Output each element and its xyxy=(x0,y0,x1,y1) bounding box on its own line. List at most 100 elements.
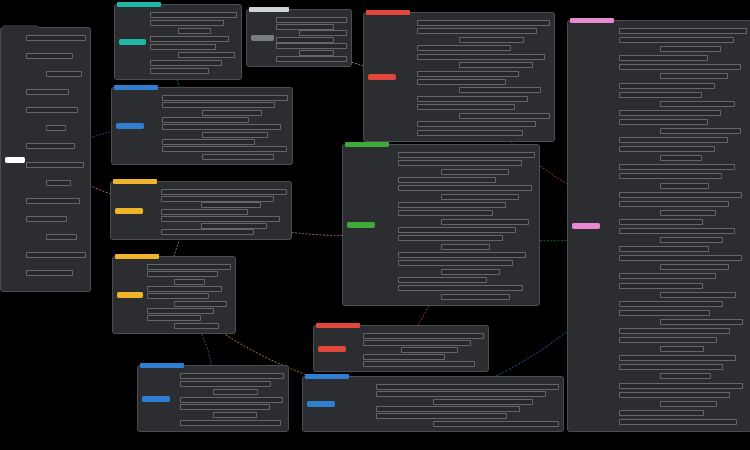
mind-map-node[interactable] xyxy=(619,300,723,307)
mind-map-node[interactable] xyxy=(397,277,487,283)
mind-map-node[interactable] xyxy=(276,17,347,23)
mind-map-node[interactable] xyxy=(45,71,83,78)
mind-map-node[interactable] xyxy=(619,200,729,207)
mind-map-node[interactable] xyxy=(25,53,73,60)
mind-map-node[interactable] xyxy=(619,382,744,389)
mind-map-node[interactable] xyxy=(362,354,445,360)
mind-map-node[interactable] xyxy=(397,210,493,217)
mind-map-node[interactable] xyxy=(213,412,257,419)
mind-map-node[interactable] xyxy=(619,255,743,262)
mind-map-node[interactable] xyxy=(162,95,288,101)
mind-map-node[interactable] xyxy=(619,137,729,144)
panel-title-tag[interactable] xyxy=(249,7,290,12)
mind-map-node[interactable] xyxy=(180,373,284,379)
mind-map-node[interactable] xyxy=(619,55,708,62)
mind-map-node[interactable] xyxy=(619,191,742,198)
panel-title-tag[interactable] xyxy=(140,363,184,368)
mind-map-node[interactable] xyxy=(619,282,704,289)
panel-hub-node[interactable] xyxy=(572,223,600,229)
mind-map-node[interactable] xyxy=(178,52,235,58)
mind-map-panel[interactable] xyxy=(567,18,750,432)
mind-map-node[interactable] xyxy=(147,315,201,322)
mind-map-node[interactable] xyxy=(299,49,334,56)
panel-hub-node[interactable] xyxy=(307,401,335,407)
panel-title-tag[interactable] xyxy=(3,25,39,30)
mind-map-node[interactable] xyxy=(619,109,722,116)
mind-map-node[interactable] xyxy=(161,209,248,216)
mind-map-node[interactable] xyxy=(659,264,730,271)
mind-map-panel[interactable] xyxy=(363,10,555,142)
mind-map-node[interactable] xyxy=(619,309,710,316)
mind-map-node[interactable] xyxy=(397,260,513,267)
panel-hub-node[interactable] xyxy=(347,222,375,228)
mind-map-panel[interactable] xyxy=(246,7,352,67)
mind-map-node[interactable] xyxy=(362,340,471,346)
mind-map-node[interactable] xyxy=(619,273,717,280)
mind-map-node[interactable] xyxy=(659,400,718,407)
mind-map-node[interactable] xyxy=(619,391,731,398)
panel-title-tag[interactable] xyxy=(115,254,159,259)
mind-map-node[interactable] xyxy=(202,131,268,138)
mind-map-node[interactable] xyxy=(417,104,515,111)
panel-hub-node[interactable] xyxy=(117,292,143,298)
mind-map-node[interactable] xyxy=(150,68,209,74)
mind-map-node[interactable] xyxy=(417,20,550,26)
mind-map-node[interactable] xyxy=(417,129,524,136)
mind-map-node[interactable] xyxy=(178,28,211,34)
mind-map-node[interactable] xyxy=(162,146,287,153)
mind-map-node[interactable] xyxy=(180,420,281,427)
mind-map-node[interactable] xyxy=(619,64,741,71)
mind-map-node[interactable] xyxy=(433,420,559,427)
mind-map-node[interactable] xyxy=(397,152,535,158)
mind-map-node[interactable] xyxy=(659,182,709,189)
mind-map-node[interactable] xyxy=(147,271,218,278)
mind-map-node[interactable] xyxy=(619,82,715,89)
mind-map-node[interactable] xyxy=(417,121,537,128)
panel-title-tag[interactable] xyxy=(570,18,614,23)
mind-map-node[interactable] xyxy=(619,409,705,416)
mind-map-node[interactable] xyxy=(375,384,559,390)
mind-map-node[interactable] xyxy=(161,189,287,195)
mind-map-node[interactable] xyxy=(161,195,274,202)
mind-map-node[interactable] xyxy=(441,168,509,175)
mind-map-node[interactable] xyxy=(397,227,516,233)
panel-title-tag[interactable] xyxy=(316,323,360,328)
mind-map-node[interactable] xyxy=(202,153,274,160)
mind-map-node[interactable] xyxy=(161,215,280,222)
mind-map-node[interactable] xyxy=(276,36,334,43)
mind-map-node[interactable] xyxy=(150,60,222,66)
mind-map-node[interactable] xyxy=(659,128,742,134)
panel-hub-node[interactable] xyxy=(142,395,170,402)
mind-map-node[interactable] xyxy=(150,36,230,42)
mind-map-node[interactable] xyxy=(25,35,86,41)
mind-map-node[interactable] xyxy=(659,291,736,298)
mind-map-panel[interactable] xyxy=(112,254,236,334)
mind-map-node[interactable] xyxy=(659,155,703,162)
mind-map-node[interactable] xyxy=(25,197,81,204)
mind-map-node[interactable] xyxy=(375,413,507,420)
panel-title-tag[interactable] xyxy=(345,142,389,147)
mind-map-node[interactable] xyxy=(180,396,283,403)
mind-map-node[interactable] xyxy=(180,404,270,411)
mind-map-node[interactable] xyxy=(161,229,254,236)
mind-map-node[interactable] xyxy=(441,268,500,275)
panel-hub-node[interactable] xyxy=(251,35,274,41)
mind-map-node[interactable] xyxy=(441,218,529,225)
mind-map-node[interactable] xyxy=(441,243,490,250)
panel-hub-node[interactable] xyxy=(116,123,144,129)
panel-title-tag[interactable] xyxy=(305,374,349,379)
mind-map-node[interactable] xyxy=(619,328,730,334)
mind-map-node[interactable] xyxy=(659,73,728,80)
mind-map-node[interactable] xyxy=(162,139,255,145)
mind-map-node[interactable] xyxy=(174,322,219,329)
mind-map-node[interactable] xyxy=(25,215,68,222)
panel-title-tag[interactable] xyxy=(366,10,410,15)
mind-map-node[interactable] xyxy=(162,124,281,131)
mind-map-node[interactable] xyxy=(162,117,249,123)
mind-map-node[interactable] xyxy=(202,109,262,116)
mind-map-node[interactable] xyxy=(150,44,217,50)
mind-map-node[interactable] xyxy=(362,333,484,339)
mind-map-panel[interactable] xyxy=(111,85,293,165)
mind-map-node[interactable] xyxy=(397,235,503,242)
mind-map-node[interactable] xyxy=(619,418,737,425)
